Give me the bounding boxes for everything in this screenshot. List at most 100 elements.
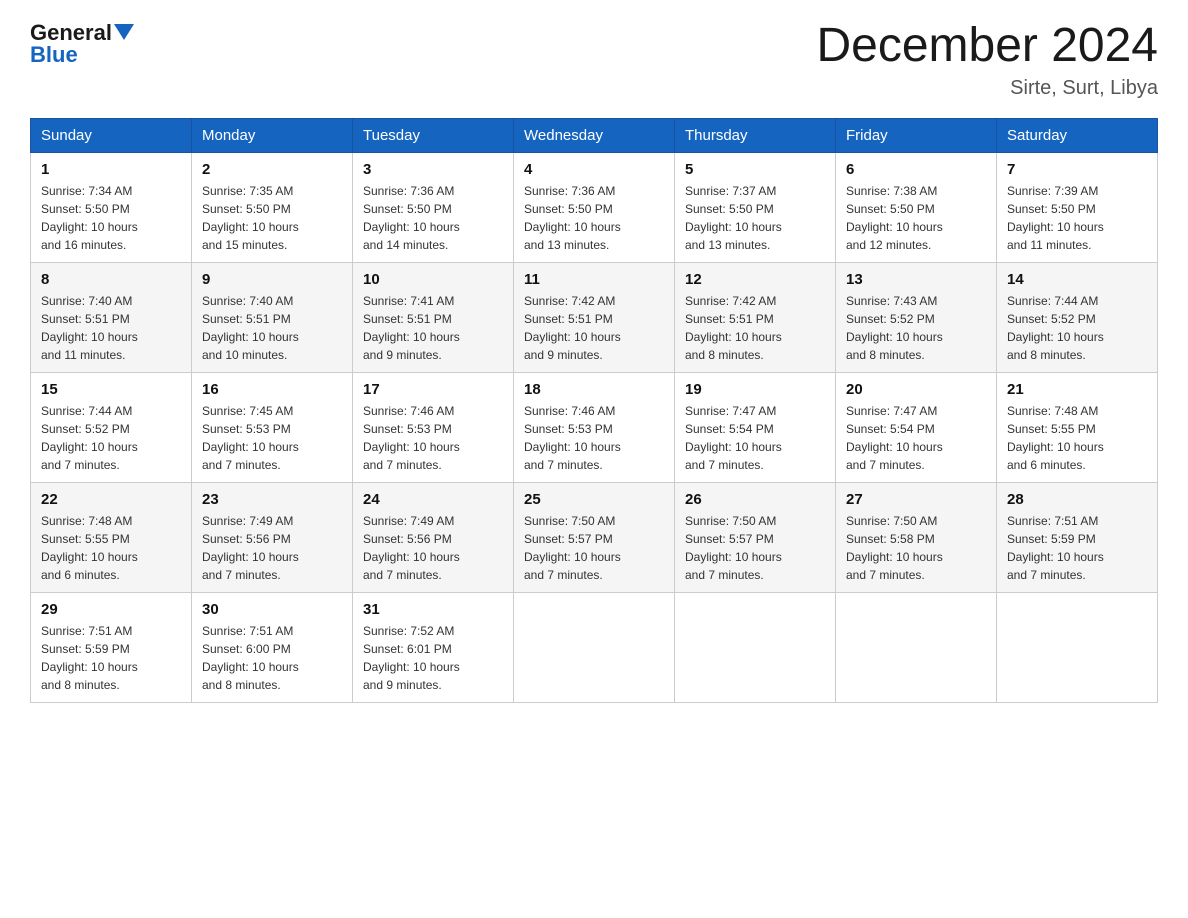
day-number: 10 [363, 271, 503, 288]
calendar-week-row: 15 Sunrise: 7:44 AMSunset: 5:52 PMDaylig… [31, 372, 1158, 482]
day-number: 22 [41, 491, 181, 508]
calendar-day-cell: 15 Sunrise: 7:44 AMSunset: 5:52 PMDaylig… [31, 372, 192, 482]
calendar-day-header: Saturday [997, 118, 1158, 152]
day-number: 25 [524, 491, 664, 508]
month-title: December 2024 [816, 20, 1158, 73]
day-info: Sunrise: 7:48 AMSunset: 5:55 PMDaylight:… [1007, 404, 1104, 472]
day-number: 15 [41, 381, 181, 398]
calendar-week-row: 1 Sunrise: 7:34 AMSunset: 5:50 PMDayligh… [31, 152, 1158, 262]
day-number: 7 [1007, 161, 1147, 178]
day-info: Sunrise: 7:50 AMSunset: 5:58 PMDaylight:… [846, 514, 943, 582]
day-info: Sunrise: 7:49 AMSunset: 5:56 PMDaylight:… [202, 514, 299, 582]
day-number: 18 [524, 381, 664, 398]
calendar-day-cell: 11 Sunrise: 7:42 AMSunset: 5:51 PMDaylig… [514, 262, 675, 372]
calendar-day-cell: 22 Sunrise: 7:48 AMSunset: 5:55 PMDaylig… [31, 482, 192, 592]
day-number: 28 [1007, 491, 1147, 508]
calendar-week-row: 22 Sunrise: 7:48 AMSunset: 5:55 PMDaylig… [31, 482, 1158, 592]
day-number: 23 [202, 491, 342, 508]
calendar-day-cell: 17 Sunrise: 7:46 AMSunset: 5:53 PMDaylig… [353, 372, 514, 482]
day-info: Sunrise: 7:41 AMSunset: 5:51 PMDaylight:… [363, 294, 460, 362]
calendar-day-cell: 25 Sunrise: 7:50 AMSunset: 5:57 PMDaylig… [514, 482, 675, 592]
day-info: Sunrise: 7:34 AMSunset: 5:50 PMDaylight:… [41, 184, 138, 252]
calendar-day-cell: 26 Sunrise: 7:50 AMSunset: 5:57 PMDaylig… [675, 482, 836, 592]
calendar-day-cell: 3 Sunrise: 7:36 AMSunset: 5:50 PMDayligh… [353, 152, 514, 262]
day-number: 31 [363, 601, 503, 618]
day-number: 12 [685, 271, 825, 288]
day-number: 14 [1007, 271, 1147, 288]
day-number: 19 [685, 381, 825, 398]
day-info: Sunrise: 7:49 AMSunset: 5:56 PMDaylight:… [363, 514, 460, 582]
day-number: 17 [363, 381, 503, 398]
day-number: 3 [363, 161, 503, 178]
calendar-day-header: Wednesday [514, 118, 675, 152]
title-block: December 2024 Sirte, Surt, Libya [816, 20, 1158, 100]
calendar-day-cell: 6 Sunrise: 7:38 AMSunset: 5:50 PMDayligh… [836, 152, 997, 262]
calendar-day-cell: 12 Sunrise: 7:42 AMSunset: 5:51 PMDaylig… [675, 262, 836, 372]
location-subtitle: Sirte, Surt, Libya [816, 77, 1158, 100]
calendar-body: 1 Sunrise: 7:34 AMSunset: 5:50 PMDayligh… [31, 152, 1158, 702]
calendar-day-cell [514, 592, 675, 702]
day-info: Sunrise: 7:44 AMSunset: 5:52 PMDaylight:… [1007, 294, 1104, 362]
calendar-day-cell: 10 Sunrise: 7:41 AMSunset: 5:51 PMDaylig… [353, 262, 514, 372]
day-number: 2 [202, 161, 342, 178]
day-number: 16 [202, 381, 342, 398]
day-info: Sunrise: 7:51 AMSunset: 6:00 PMDaylight:… [202, 624, 299, 692]
day-info: Sunrise: 7:51 AMSunset: 5:59 PMDaylight:… [1007, 514, 1104, 582]
calendar-day-cell [675, 592, 836, 702]
logo-blue-text: Blue [30, 42, 78, 68]
day-number: 11 [524, 271, 664, 288]
day-info: Sunrise: 7:36 AMSunset: 5:50 PMDaylight:… [524, 184, 621, 252]
day-info: Sunrise: 7:45 AMSunset: 5:53 PMDaylight:… [202, 404, 299, 472]
day-info: Sunrise: 7:40 AMSunset: 5:51 PMDaylight:… [202, 294, 299, 362]
day-info: Sunrise: 7:44 AMSunset: 5:52 PMDaylight:… [41, 404, 138, 472]
calendar-table: SundayMondayTuesdayWednesdayThursdayFrid… [30, 118, 1158, 703]
logo: General Blue [30, 20, 134, 68]
calendar-week-row: 29 Sunrise: 7:51 AMSunset: 5:59 PMDaylig… [31, 592, 1158, 702]
calendar-week-row: 8 Sunrise: 7:40 AMSunset: 5:51 PMDayligh… [31, 262, 1158, 372]
day-number: 5 [685, 161, 825, 178]
calendar-day-cell: 1 Sunrise: 7:34 AMSunset: 5:50 PMDayligh… [31, 152, 192, 262]
day-info: Sunrise: 7:46 AMSunset: 5:53 PMDaylight:… [524, 404, 621, 472]
calendar-day-cell: 9 Sunrise: 7:40 AMSunset: 5:51 PMDayligh… [192, 262, 353, 372]
day-number: 6 [846, 161, 986, 178]
calendar-header-row: SundayMondayTuesdayWednesdayThursdayFrid… [31, 118, 1158, 152]
day-info: Sunrise: 7:37 AMSunset: 5:50 PMDaylight:… [685, 184, 782, 252]
calendar-day-cell: 27 Sunrise: 7:50 AMSunset: 5:58 PMDaylig… [836, 482, 997, 592]
calendar-day-cell: 18 Sunrise: 7:46 AMSunset: 5:53 PMDaylig… [514, 372, 675, 482]
calendar-day-cell: 21 Sunrise: 7:48 AMSunset: 5:55 PMDaylig… [997, 372, 1158, 482]
calendar-day-cell: 28 Sunrise: 7:51 AMSunset: 5:59 PMDaylig… [997, 482, 1158, 592]
calendar-day-cell: 8 Sunrise: 7:40 AMSunset: 5:51 PMDayligh… [31, 262, 192, 372]
day-info: Sunrise: 7:47 AMSunset: 5:54 PMDaylight:… [846, 404, 943, 472]
calendar-day-header: Sunday [31, 118, 192, 152]
day-info: Sunrise: 7:35 AMSunset: 5:50 PMDaylight:… [202, 184, 299, 252]
day-info: Sunrise: 7:36 AMSunset: 5:50 PMDaylight:… [363, 184, 460, 252]
day-info: Sunrise: 7:39 AMSunset: 5:50 PMDaylight:… [1007, 184, 1104, 252]
calendar-day-cell [997, 592, 1158, 702]
calendar-day-cell: 4 Sunrise: 7:36 AMSunset: 5:50 PMDayligh… [514, 152, 675, 262]
day-info: Sunrise: 7:52 AMSunset: 6:01 PMDaylight:… [363, 624, 460, 692]
calendar-day-cell: 20 Sunrise: 7:47 AMSunset: 5:54 PMDaylig… [836, 372, 997, 482]
calendar-day-cell: 14 Sunrise: 7:44 AMSunset: 5:52 PMDaylig… [997, 262, 1158, 372]
day-number: 4 [524, 161, 664, 178]
day-number: 20 [846, 381, 986, 398]
day-number: 27 [846, 491, 986, 508]
calendar-day-cell: 31 Sunrise: 7:52 AMSunset: 6:01 PMDaylig… [353, 592, 514, 702]
calendar-day-cell: 23 Sunrise: 7:49 AMSunset: 5:56 PMDaylig… [192, 482, 353, 592]
day-info: Sunrise: 7:47 AMSunset: 5:54 PMDaylight:… [685, 404, 782, 472]
calendar-day-cell: 5 Sunrise: 7:37 AMSunset: 5:50 PMDayligh… [675, 152, 836, 262]
calendar-day-header: Friday [836, 118, 997, 152]
day-number: 13 [846, 271, 986, 288]
calendar-day-cell: 16 Sunrise: 7:45 AMSunset: 5:53 PMDaylig… [192, 372, 353, 482]
calendar-day-cell: 24 Sunrise: 7:49 AMSunset: 5:56 PMDaylig… [353, 482, 514, 592]
day-number: 29 [41, 601, 181, 618]
day-number: 8 [41, 271, 181, 288]
calendar-day-cell: 29 Sunrise: 7:51 AMSunset: 5:59 PMDaylig… [31, 592, 192, 702]
logo-triangle-icon [114, 22, 134, 42]
day-info: Sunrise: 7:40 AMSunset: 5:51 PMDaylight:… [41, 294, 138, 362]
day-info: Sunrise: 7:46 AMSunset: 5:53 PMDaylight:… [363, 404, 460, 472]
calendar-day-cell: 13 Sunrise: 7:43 AMSunset: 5:52 PMDaylig… [836, 262, 997, 372]
day-info: Sunrise: 7:50 AMSunset: 5:57 PMDaylight:… [685, 514, 782, 582]
day-info: Sunrise: 7:48 AMSunset: 5:55 PMDaylight:… [41, 514, 138, 582]
calendar-day-header: Thursday [675, 118, 836, 152]
day-number: 26 [685, 491, 825, 508]
